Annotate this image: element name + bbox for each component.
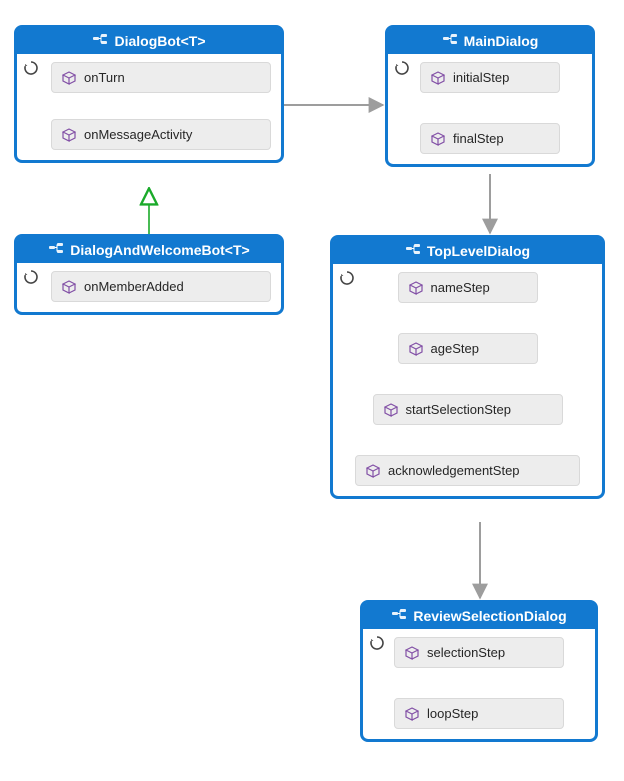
node-dialogbot: DialogBot<T> onTurn onMessageActivity xyxy=(14,25,284,163)
step-selectionstep: selectionStep xyxy=(394,637,564,668)
class-icon xyxy=(48,242,64,258)
step-agestep: ageStep xyxy=(398,333,538,364)
step-label: onTurn xyxy=(84,70,125,85)
step-onmemberadded: onMemberAdded xyxy=(51,271,271,302)
class-icon xyxy=(92,33,108,49)
step-startselectionstep: startSelectionStep xyxy=(373,394,563,425)
cube-icon xyxy=(409,342,423,356)
node-title: TopLevelDialog xyxy=(427,243,530,259)
cube-icon xyxy=(384,403,398,417)
step-onmessageactivity: onMessageActivity xyxy=(51,119,271,150)
node-maindialog: MainDialog initialStep finalStep xyxy=(385,25,595,167)
cube-icon xyxy=(431,71,445,85)
cube-icon xyxy=(431,132,445,146)
cube-icon xyxy=(62,280,76,294)
step-label: selectionStep xyxy=(427,645,505,660)
cube-icon xyxy=(409,281,423,295)
step-label: acknowledgementStep xyxy=(388,463,520,478)
step-label: loopStep xyxy=(427,706,478,721)
class-icon xyxy=(405,243,421,259)
step-initialstep: initialStep xyxy=(420,62,560,93)
node-header: DialogAndWelcomeBot<T> xyxy=(17,237,281,263)
cube-icon xyxy=(366,464,380,478)
node-title: ReviewSelectionDialog xyxy=(413,608,566,624)
node-title: MainDialog xyxy=(464,33,539,49)
step-namestep: nameStep xyxy=(398,272,538,303)
node-title: DialogBot<T> xyxy=(114,33,205,49)
cube-icon xyxy=(62,128,76,142)
node-reviewselectiondialog: ReviewSelectionDialog selectionStep loop… xyxy=(360,600,598,742)
class-icon xyxy=(391,608,407,624)
node-topleveldialog: TopLevelDialog nameStep ageStep startSel… xyxy=(330,235,605,499)
node-header: ReviewSelectionDialog xyxy=(363,603,595,629)
step-label: startSelectionStep xyxy=(406,402,512,417)
step-finalstep: finalStep xyxy=(420,123,560,154)
step-loopstep: loopStep xyxy=(394,698,564,729)
step-onturn: onTurn xyxy=(51,62,271,93)
node-dialogandwelcomebot: DialogAndWelcomeBot<T> onMemberAdded xyxy=(14,234,284,315)
cycle-icon xyxy=(23,60,39,76)
node-header: TopLevelDialog xyxy=(333,238,602,264)
step-label: initialStep xyxy=(453,70,509,85)
step-label: ageStep xyxy=(431,341,479,356)
cube-icon xyxy=(405,707,419,721)
node-header: DialogBot<T> xyxy=(17,28,281,54)
cycle-icon xyxy=(369,635,385,651)
cycle-icon xyxy=(339,270,355,286)
cube-icon xyxy=(62,71,76,85)
diagram-canvas: DialogBot<T> onTurn onMessageActivity Ma… xyxy=(0,0,624,781)
step-label: finalStep xyxy=(453,131,504,146)
cycle-icon xyxy=(23,269,39,285)
step-label: onMemberAdded xyxy=(84,279,184,294)
cycle-icon xyxy=(394,60,410,76)
node-header: MainDialog xyxy=(388,28,592,54)
class-icon xyxy=(442,33,458,49)
step-acknowledgementstep: acknowledgementStep xyxy=(355,455,580,486)
cube-icon xyxy=(405,646,419,660)
step-label: nameStep xyxy=(431,280,490,295)
step-label: onMessageActivity xyxy=(84,127,192,142)
node-title: DialogAndWelcomeBot<T> xyxy=(70,242,249,258)
